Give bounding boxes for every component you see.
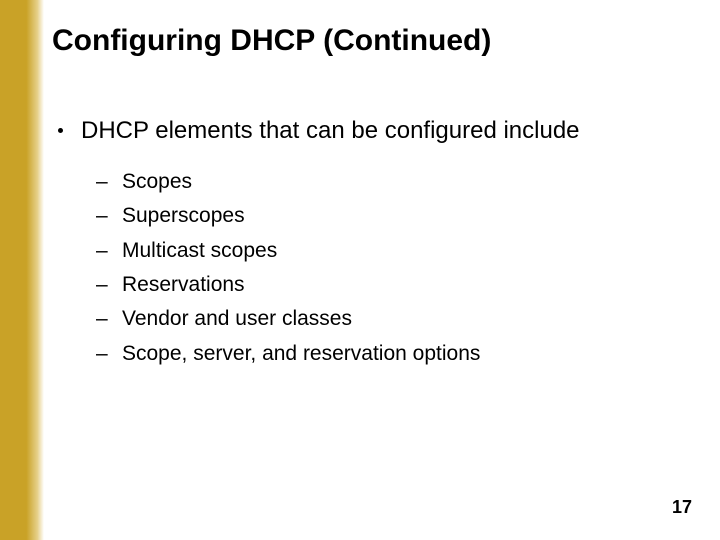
slide-title: Configuring DHCP (Continued) <box>52 24 700 58</box>
bullet-dot-icon <box>58 128 63 133</box>
sub-item-text: Reservations <box>122 271 245 299</box>
list-item: – Reservations <box>96 271 700 299</box>
list-item: – Vendor and user classes <box>96 305 700 333</box>
sub-item-text: Scopes <box>122 168 192 196</box>
dash-icon: – <box>96 305 112 333</box>
sub-item-text: Vendor and user classes <box>122 305 352 333</box>
list-item: – Multicast scopes <box>96 237 700 265</box>
sub-item-text: Superscopes <box>122 202 245 230</box>
list-item: – Superscopes <box>96 202 700 230</box>
bullet-item: DHCP elements that can be configured inc… <box>52 116 700 146</box>
slide-content: Configuring DHCP (Continued) DHCP elemen… <box>52 24 700 374</box>
dash-icon: – <box>96 271 112 299</box>
sub-item-text: Scope, server, and reservation options <box>122 340 480 368</box>
page-number: 17 <box>672 497 692 518</box>
list-item: – Scope, server, and reservation options <box>96 340 700 368</box>
bullet-text: DHCP elements that can be configured inc… <box>81 116 580 146</box>
dash-icon: – <box>96 168 112 196</box>
list-item: – Scopes <box>96 168 700 196</box>
dash-icon: – <box>96 340 112 368</box>
decorative-side-bar <box>0 0 44 540</box>
sub-list: – Scopes – Superscopes – Multicast scope… <box>96 168 700 368</box>
dash-icon: – <box>96 237 112 265</box>
sub-item-text: Multicast scopes <box>122 237 277 265</box>
dash-icon: – <box>96 202 112 230</box>
